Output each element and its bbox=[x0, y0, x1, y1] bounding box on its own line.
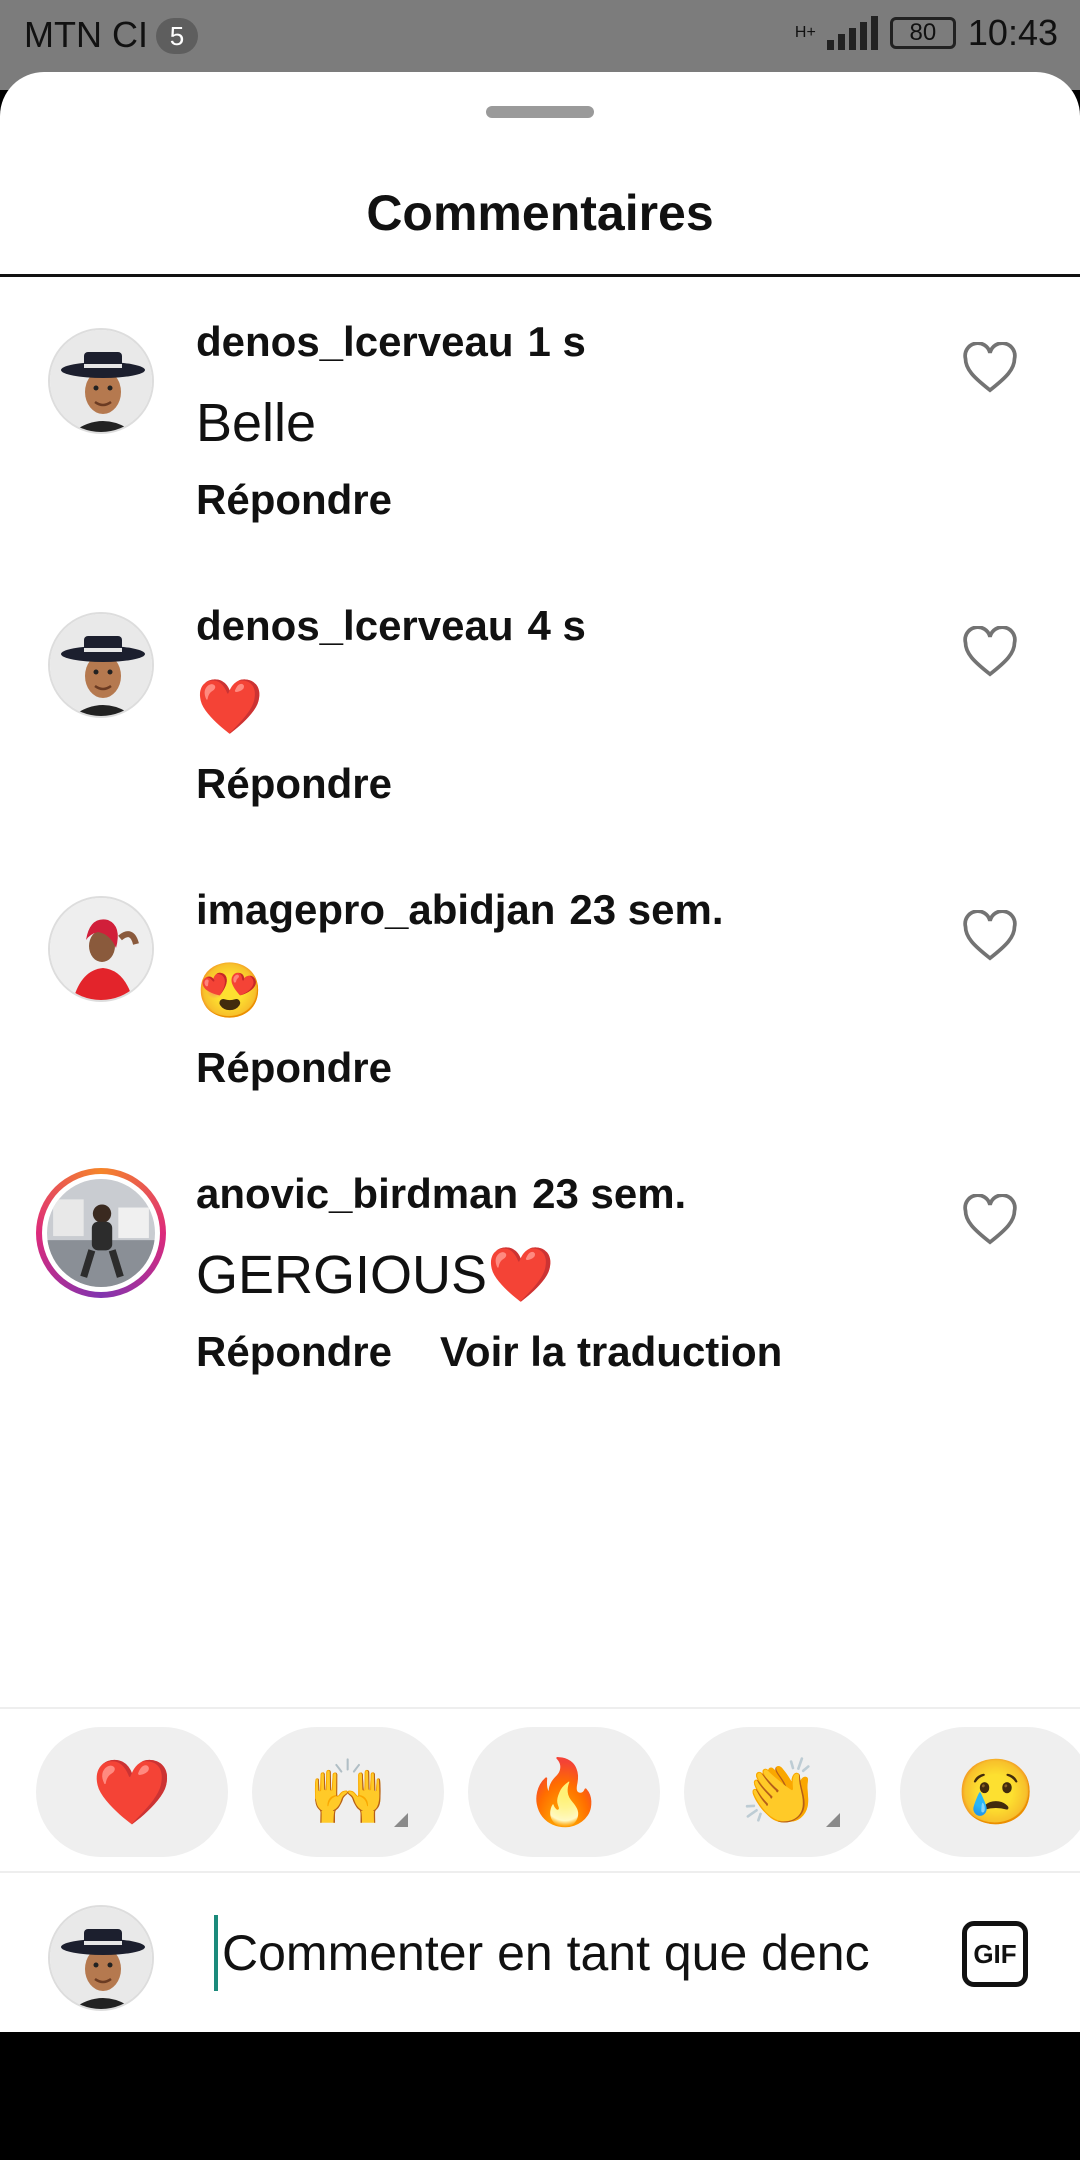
comment-time: 23 sem. bbox=[532, 1170, 687, 1217]
comment-username[interactable]: denos_lcerveau bbox=[196, 602, 514, 649]
gif-button[interactable]: GIF bbox=[962, 1921, 1028, 1987]
current-user-avatar bbox=[48, 1905, 154, 2011]
emoji-fire-button[interactable]: 🔥 bbox=[468, 1727, 660, 1857]
comment-text: ❤️ bbox=[196, 677, 264, 737]
comment-item: denos_lcerveau 1 s Belle Répondre bbox=[0, 280, 1080, 540]
heart-outline-icon[interactable] bbox=[962, 1194, 1018, 1246]
avatar[interactable] bbox=[48, 612, 154, 718]
signal-strength-icon bbox=[826, 16, 878, 50]
network-type-icon: H+ bbox=[794, 24, 816, 41]
comment-text: GERGIOUS❤️ bbox=[196, 1245, 555, 1305]
comment-username[interactable]: denos_lcerveau bbox=[196, 318, 514, 365]
notification-count-badge: 5 bbox=[156, 18, 198, 54]
skin-tone-indicator-icon bbox=[826, 1813, 840, 1827]
comment-meta: denos_lcerveau 4 s bbox=[196, 602, 586, 650]
emoji-clapping-button[interactable]: 👏 bbox=[684, 1727, 876, 1857]
comment-item: denos_lcerveau 4 s ❤️ Répondre bbox=[0, 564, 1080, 824]
system-navigation-bar bbox=[0, 2032, 1080, 2160]
comment-item: imagepro_abidjan 23 sem. 😍 Répondre bbox=[0, 848, 1080, 1108]
emoji-heart-button[interactable]: ❤️ bbox=[36, 1727, 228, 1857]
reply-button[interactable]: Répondre bbox=[196, 1044, 392, 1092]
reply-button[interactable]: Répondre bbox=[196, 476, 392, 524]
skin-tone-indicator-icon bbox=[394, 1813, 408, 1827]
comment-time: 4 s bbox=[527, 602, 586, 649]
avatar[interactable] bbox=[48, 328, 154, 434]
emoji-raising-hands-button[interactable]: 🙌 bbox=[252, 1727, 444, 1857]
status-icons: H+ 80 10:43 bbox=[795, 12, 1058, 54]
comment-meta: anovic_birdman 23 sem. bbox=[196, 1170, 686, 1218]
story-ring-avatar[interactable] bbox=[36, 1168, 166, 1298]
memoji-avatar-icon bbox=[50, 1907, 152, 2009]
emoji-raising-hands-label: 🙌 bbox=[308, 1756, 388, 1828]
comment-composer: Commenter en tant que denc GIF bbox=[0, 1875, 1080, 2031]
memoji-avatar-icon bbox=[50, 330, 152, 432]
profile-photo-icon bbox=[47, 1179, 155, 1287]
drag-handle[interactable] bbox=[486, 106, 594, 118]
emoji-clapping-label: 👏 bbox=[740, 1756, 820, 1828]
see-translation-button[interactable]: Voir la traduction bbox=[440, 1328, 782, 1376]
header-divider bbox=[0, 274, 1080, 277]
reply-button[interactable]: Répondre bbox=[196, 1328, 392, 1376]
comment-text: 😍 bbox=[196, 961, 264, 1021]
comment-text: Belle bbox=[196, 393, 317, 453]
memoji-avatar-icon bbox=[50, 614, 152, 716]
heart-outline-icon[interactable] bbox=[962, 626, 1018, 678]
comment-item: anovic_birdman 23 sem. GERGIOUS❤️ Répondr… bbox=[0, 1132, 1080, 1392]
quick-emoji-bar: ❤️ 🙌 🔥 👏 😢 bbox=[0, 1707, 1080, 1873]
comment-input[interactable]: Commenter en tant que denc bbox=[214, 1915, 914, 1991]
avatar[interactable] bbox=[48, 896, 154, 1002]
comment-time: 23 sem. bbox=[569, 886, 724, 933]
comment-username[interactable]: anovic_birdman bbox=[196, 1170, 518, 1217]
reply-button[interactable]: Répondre bbox=[196, 760, 392, 808]
comment-time: 1 s bbox=[527, 318, 586, 365]
comment-meta: denos_lcerveau 1 s bbox=[196, 318, 586, 366]
emoji-crying-button[interactable]: 😢 bbox=[900, 1727, 1080, 1857]
battery-icon: 80 bbox=[889, 17, 956, 49]
sheet-title: Commentaires bbox=[366, 185, 714, 241]
carrier-label: MTN CI bbox=[24, 14, 148, 55]
comment-meta: imagepro_abidjan 23 sem. bbox=[196, 886, 724, 934]
heart-outline-icon[interactable] bbox=[962, 910, 1018, 962]
heart-outline-icon[interactable] bbox=[962, 342, 1018, 394]
clock: 10:43 bbox=[967, 12, 1058, 53]
profile-photo-icon bbox=[50, 898, 152, 1000]
comment-username[interactable]: imagepro_abidjan bbox=[196, 886, 555, 933]
